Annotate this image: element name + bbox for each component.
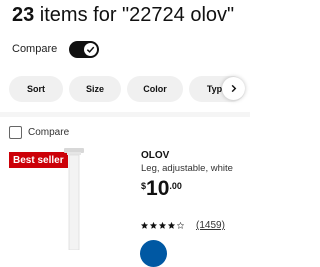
compare-toggle[interactable] [69,40,100,58]
compare-label: Compare [12,43,58,55]
product-price: $ 10 .00 [141,178,182,200]
filter-size-button[interactable]: Size [69,76,121,102]
add-to-cart-button[interactable] [140,240,167,267]
star-icon [168,222,175,229]
results-heading: 23 items for "22724 olov" [12,3,234,27]
filter-bar: Sort Size Color Type [9,76,250,102]
star-icon [159,222,166,229]
star-icon [177,222,184,229]
checkmark-icon [84,42,98,56]
star-icon [141,222,148,229]
filter-color-button[interactable]: Color [127,76,183,102]
compare-toggle-row: Compare [12,38,100,60]
filter-sort-button[interactable]: Sort [9,76,63,102]
product-compare-label: Compare [28,127,70,138]
product-compare-checkbox[interactable] [9,126,22,139]
price-cents: .00 [169,181,182,191]
section-divider [0,112,250,117]
star-icon [150,222,157,229]
price-main: 10 [146,177,170,200]
product-rating: (1459) [141,220,225,231]
chevron-right-icon [229,80,238,98]
product-description: Leg, adjustable, white [141,163,233,174]
results-count: 23 [12,4,35,26]
results-query-text: items for "22724 olov" [34,4,235,26]
rating-stars [141,222,184,229]
best-seller-badge: Best seller [9,152,68,168]
product-image[interactable] [62,148,86,250]
product-compare-row: Compare [9,126,69,139]
product-name[interactable]: OLOV [141,150,169,161]
filters-scroll-right-button[interactable] [222,77,245,100]
review-count-link[interactable]: (1459) [196,220,225,231]
